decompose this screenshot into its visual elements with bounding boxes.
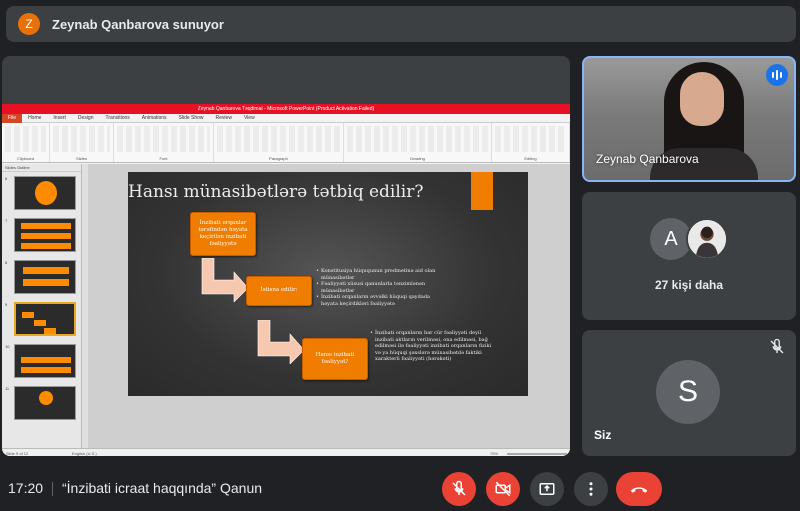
ribbon-group-clipboard: Clipboard (2, 123, 50, 162)
zoom-level: 75% (490, 451, 499, 456)
ppt-tab-file: File (2, 113, 23, 123)
diagram-box-1: İnzibati orqanlar tərəfindən həyata keçi… (190, 212, 256, 256)
ppt-tab-design: Design (77, 115, 94, 121)
ribbon-group-label: Slides (76, 156, 87, 161)
self-avatar: S (656, 360, 720, 424)
presenter-name-label: Zeynab Qanbarova (596, 152, 699, 166)
diagram-box-3: Hansı inzibati fəaliyyət? (302, 338, 368, 380)
clock: 17:20 (8, 480, 44, 496)
ppt-tab-transitions: Transitions (105, 115, 130, 121)
camera-off-icon (495, 481, 511, 497)
slide-bullets-1: Konstitusiya hüququnun predmetinə aid ol… (316, 268, 444, 307)
mute-icon (770, 338, 784, 354)
ribbon-group-label: Paragraph (269, 156, 288, 161)
diagram-arrow-1 (201, 258, 249, 302)
ppt-tab-animations: Animations (141, 115, 167, 121)
slides-panel-tabs: Slides Outline (2, 164, 81, 172)
slides-panel: Slides Outline 6 7 8 9 10 11 (2, 164, 82, 448)
presenter-banner-text: Zeynab Qanbarova sunuyor (52, 16, 224, 32)
ppt-tab-slideshow: Slide Show (178, 115, 204, 121)
ppt-tab-home: Home (28, 115, 42, 121)
slide-thumbnail (14, 344, 76, 378)
ppt-tab-view: View (243, 115, 255, 121)
more-vert-icon (589, 482, 593, 496)
ppt-tab-review: Review (215, 115, 232, 121)
ribbon-group-label: Clipboard (16, 156, 35, 161)
thumb-number: 6 (5, 176, 8, 181)
ribbon-group-drawing: Drawing (344, 123, 492, 162)
slide-accent-bar (471, 172, 493, 210)
current-slide: Hansı münasibətlərə tətbiq edilir? İnzib… (128, 172, 528, 396)
mic-off-icon (452, 480, 466, 496)
call-end-icon (630, 487, 648, 493)
self-tile[interactable]: S Siz (582, 330, 796, 456)
ribbon-group-label: Drawing (410, 156, 425, 161)
presenter-video-tile[interactable]: Zeynab Qanbarova (582, 56, 796, 182)
ppt-statusbar: Slide 9 of 12 English (U.S.) 75% (2, 448, 570, 456)
ppt-ribbon-tabs: File Home Insert Design Transitions Anim… (2, 113, 570, 123)
bullet-item: İnzibati orqanların hər cür fəaliyyəti d… (370, 330, 494, 363)
zoom-slider (507, 453, 567, 455)
slide-thumbnail-selected (14, 302, 76, 336)
presentation-tile[interactable]: Zeynab Qanbarova Təqdimat - Microsoft Po… (2, 56, 570, 456)
present-now-button[interactable] (530, 472, 564, 506)
ppt-tab-insert: Insert (53, 115, 66, 121)
slide-thumbnail (14, 260, 76, 294)
presenter-banner: Z Zeynab Qanbarova sunuyor (6, 6, 796, 42)
presenter-avatar: Z (18, 13, 40, 35)
diagram-arrow-2 (257, 320, 305, 364)
slide-title: Hansı münasibətlərə tətbiq edilir? (128, 182, 424, 202)
thumb-number: 11 (5, 386, 10, 391)
mic-toggle-button[interactable] (442, 472, 476, 506)
diagram-box-2: İstisna edilir: (246, 276, 312, 306)
ribbon-group-paragraph: Paragraph (214, 123, 344, 162)
thumb-number: 8 (5, 260, 8, 265)
ppt-window-title: Zeynab Qanbarova Təqdimat - Microsoft Po… (2, 104, 570, 114)
slide-thumbnail (14, 386, 76, 420)
thumb-number: 7 (5, 218, 8, 223)
powerpoint-window: Zeynab Qanbarova Təqdimat - Microsoft Po… (2, 104, 570, 456)
ribbon-group-label: Font (159, 156, 168, 161)
ribbon-group-label: Editing (524, 156, 537, 161)
others-count-label: 27 kişi daha (654, 278, 724, 292)
slide-thumbnail (14, 176, 76, 210)
present-icon (539, 483, 555, 495)
ppt-ribbon: Clipboard Slides Font Paragraph Drawing … (2, 123, 570, 163)
ribbon-group-slides: Slides (50, 123, 114, 162)
other-participants-tile[interactable]: A 27 kişi daha (582, 192, 796, 320)
slide-bullets-2: İnzibati orqanların hər cür fəaliyyəti d… (370, 330, 494, 363)
bullet-item: İnzibati orqanların əvvəlki hüquqi qayda… (316, 294, 444, 307)
ribbon-group-editing: Editing (492, 123, 570, 162)
bullet-item: Konstitusiya hüququnun predmetinə aid ol… (316, 268, 444, 281)
self-name-label: Siz (594, 428, 612, 442)
leave-call-button[interactable] (616, 472, 662, 506)
ribbon-group-font: Font (114, 123, 214, 162)
slide-thumbnail (14, 218, 76, 252)
camera-toggle-button[interactable] (486, 472, 520, 506)
more-options-button[interactable] (574, 472, 608, 506)
thumb-number: 10 (5, 344, 10, 349)
slide-canvas: Hansı münasibətlərə tətbiq edilir? İnzib… (88, 164, 570, 448)
speaking-icon (766, 64, 788, 86)
meeting-title: “İnzibati icraat haqqında” Qanun (62, 480, 263, 496)
participant-photo-avatar (686, 218, 728, 260)
thumb-number: 9 (5, 302, 8, 307)
divider (52, 482, 53, 496)
slide-counter: Slide 9 of 12 (6, 451, 29, 456)
bullet-item: Fəaliyyəti xüsusi qanunlarla tənzimlənən… (316, 281, 444, 294)
participant-photo (688, 220, 726, 258)
language-indicator: English (U.S.) (72, 451, 97, 456)
